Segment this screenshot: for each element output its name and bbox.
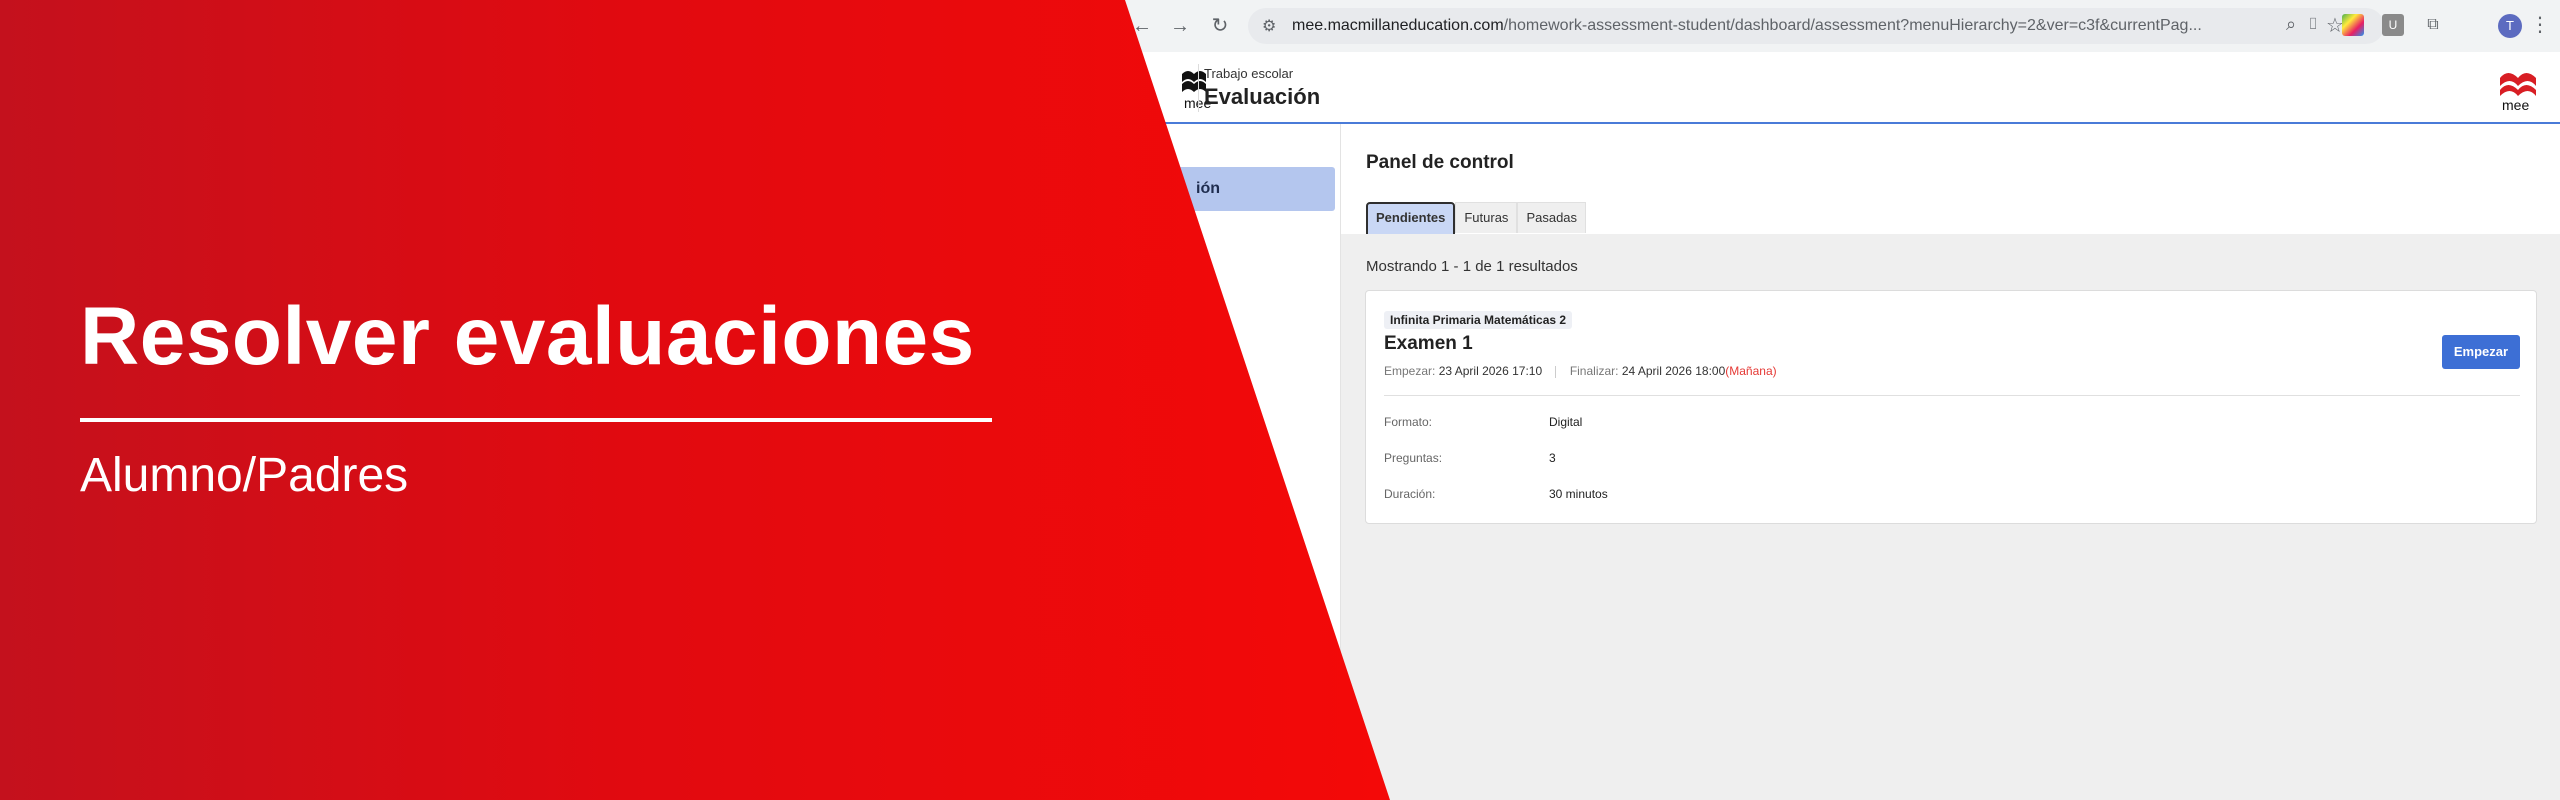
exam-dates: Empezar: 23 April 2026 17:10 Finalizar: … <box>1384 364 1777 378</box>
url-path: /homework-assessment-student/dashboard/a… <box>1503 17 2202 34</box>
url-text: mee.macmillaneducation.com/homework-asse… <box>1292 17 2222 35</box>
tab-pendientes[interactable]: Pendientes <box>1366 202 1456 236</box>
end-label: Finalizar: <box>1569 364 1619 378</box>
browser-menu-icon[interactable]: ⋮ <box>2530 12 2550 37</box>
site-settings-icon[interactable]: ⚙ <box>1262 16 1276 36</box>
meta-value: 3 <box>1549 451 1556 465</box>
hero-subtitle: Alumno/Padres <box>80 449 409 502</box>
date-separator <box>1555 365 1557 378</box>
main-header: Panel de control Pendientes Futuras Pasa… <box>1341 124 2560 236</box>
meta-value: Digital <box>1549 415 1583 429</box>
sidebar-item-label: ión <box>1196 180 1220 197</box>
course-badge: Infinita Primaria Matemáticas 2 <box>1384 311 1573 329</box>
puzzle-icon[interactable]: ⧉ <box>2422 14 2444 36</box>
panel-title: Panel de control <box>1366 152 1514 173</box>
extension-u-icon[interactable]: U <box>2382 14 2404 36</box>
end-value: 24 April 2026 18:00 <box>1621 364 1726 378</box>
url-host: mee.macmillaneducation.com <box>1292 17 1504 34</box>
reload-icon[interactable]: ↻ <box>1208 14 1232 38</box>
header-subtitle: Trabajo escolar <box>1204 66 1294 81</box>
results-count: Mostrando 1 - 1 de 1 resultados <box>1366 258 1578 275</box>
start-value: 23 April 2026 17:10 <box>1438 364 1543 378</box>
meta-value: 30 minutos <box>1549 487 1608 501</box>
hero-title: Resolver evaluaciones <box>80 291 975 382</box>
start-label: Empezar: <box>1384 364 1436 378</box>
page-title: Evaluación <box>1204 84 1321 109</box>
brand-text: mee <box>2502 97 2529 112</box>
mee-brand-icon[interactable]: mee <box>2496 66 2540 112</box>
app-header: mee Trabajo escolar Evaluación mee <box>1100 52 2560 124</box>
end-note: (Mañana) <box>1725 364 1777 378</box>
tab-futuras[interactable]: Futuras <box>1455 202 1518 233</box>
header-divider <box>1198 64 1199 112</box>
card-divider <box>1384 395 2520 396</box>
profile-avatar[interactable]: T <box>2498 14 2522 38</box>
extension-color-icon[interactable] <box>2342 14 2364 36</box>
assessment-card: Infinita Primaria Matemáticas 2 Examen 1… <box>1365 290 2537 524</box>
camera-icon[interactable]: ⌷ <box>2302 14 2324 36</box>
address-bar[interactable]: ⚙ mee.macmillaneducation.com/homework-as… <box>1248 8 2384 44</box>
browser-toolbar: ← → ↻ ⚙ mee.macmillaneducation.com/homew… <box>1100 0 2560 53</box>
tab-bar: Pendientes Futuras Pasadas <box>1366 202 1587 236</box>
main-content: Mostrando 1 - 1 de 1 resultados Infinita… <box>1341 234 2560 800</box>
meta-key: Preguntas: <box>1384 451 1443 465</box>
zoom-icon[interactable]: ⌕ <box>2286 14 2296 35</box>
start-button[interactable]: Empezar <box>2442 335 2520 369</box>
meta-key: Duración: <box>1384 487 1436 501</box>
tab-pasadas[interactable]: Pasadas <box>1517 202 1587 233</box>
hero-divider <box>80 418 992 422</box>
forward-icon[interactable]: → <box>1168 14 1192 38</box>
meta-key: Formato: <box>1384 415 1433 429</box>
exam-title: Examen 1 <box>1384 333 1473 354</box>
